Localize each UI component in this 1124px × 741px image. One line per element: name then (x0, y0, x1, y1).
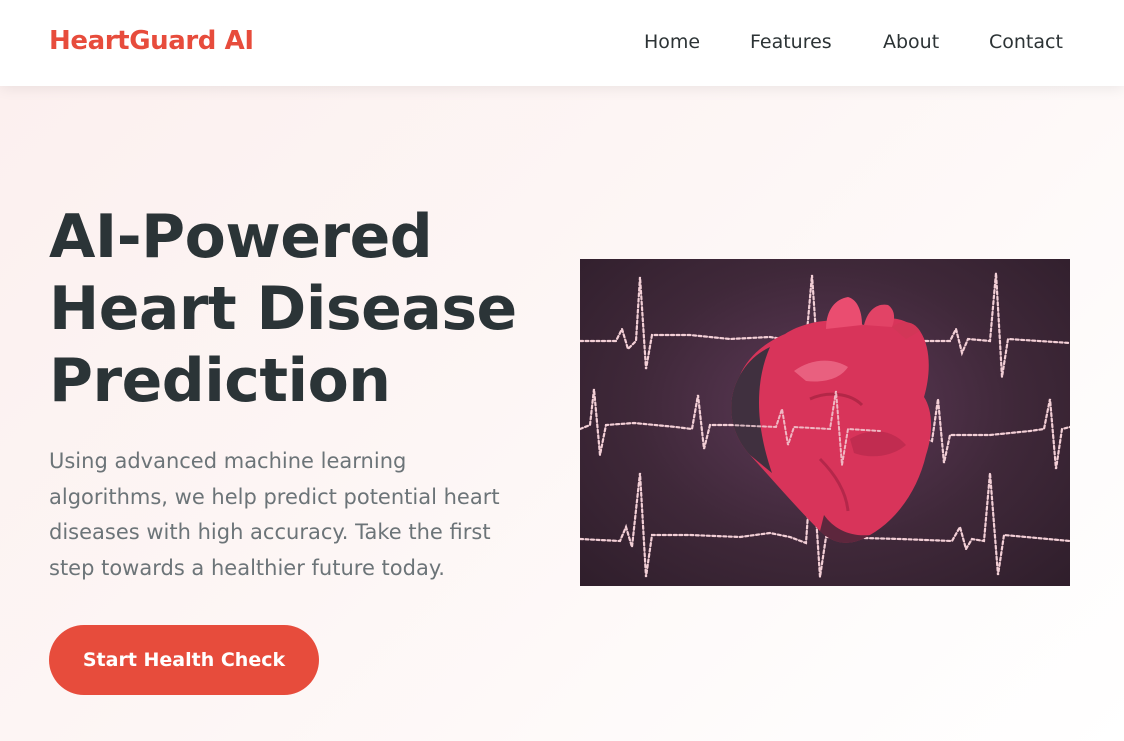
hero-description-line: algorithms, we help predict potential he… (49, 484, 500, 509)
nav-link-features[interactable]: Features (750, 31, 832, 53)
heart-illustration (580, 272, 1070, 578)
navbar: HeartGuard AI Home Features About Contac… (0, 0, 1124, 86)
hero-description: Using advanced machine learning algorith… (49, 444, 539, 586)
hero-title-line: Prediction (49, 346, 391, 416)
nav-link-about[interactable]: About (883, 31, 939, 53)
nav-menu: Home Features About Contact (0, 31, 1124, 57)
hero-title-line: AI-Powered (49, 202, 433, 272)
hero-section: AI-Powered Heart Disease Prediction Usin… (0, 86, 1124, 741)
hero-description-line: step towards a healthier future today. (49, 555, 445, 580)
hero-title-line: Heart Disease (49, 274, 517, 344)
hero-description-line: diseases with high accuracy. Take the fi… (49, 520, 491, 544)
hero-title: AI-Powered Heart Disease Prediction (49, 201, 549, 417)
start-health-check-button[interactable]: Start Health Check (49, 625, 319, 695)
nav-link-home[interactable]: Home (644, 31, 700, 53)
nav-link-contact[interactable]: Contact (989, 31, 1063, 53)
hero-description-line: Using advanced machine learning (49, 449, 407, 473)
heart-ecg-image (580, 259, 1070, 586)
